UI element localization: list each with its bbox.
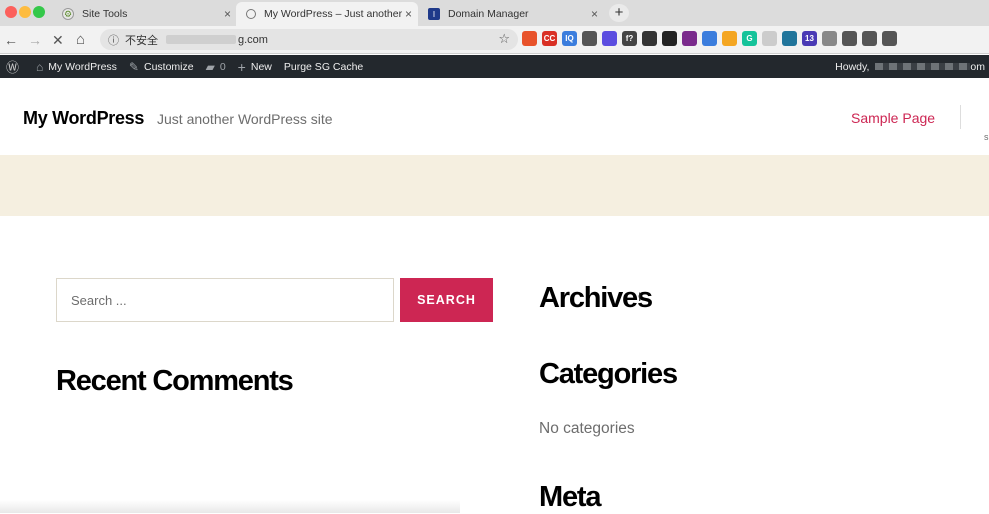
customize-label: Customize	[143, 60, 194, 73]
comment-bubble-icon: ▰	[205, 59, 215, 74]
archives-heading: Archives	[539, 282, 653, 314]
text-cursor-icon: I	[638, 290, 642, 304]
wp-logo-button[interactable]: Ⓦ	[0, 55, 30, 78]
forward-arrow-icon[interactable]: →	[28, 31, 42, 49]
browser-tab-bar: ⚙ Site Tools × My WordPress – Just anoth…	[0, 0, 989, 26]
url-text: g.com	[238, 33, 268, 46]
extension-icon[interactable]	[722, 31, 737, 46]
window-maximize-button[interactable]	[33, 6, 45, 18]
wp-admin-bar: Ⓦ ⌂ My WordPress ✎ Customize ▰ 0 + New P…	[0, 55, 989, 78]
wordpress-logo-icon: Ⓦ	[6, 60, 20, 75]
bottom-shadow	[0, 500, 460, 513]
home-icon[interactable]: ⌂	[76, 31, 85, 49]
extension-icon[interactable]: IQ	[562, 31, 577, 46]
new-label: New	[250, 60, 272, 73]
site-header: My WordPress Just another WordPress site…	[0, 78, 989, 155]
extension-icon[interactable]: 13	[802, 31, 817, 46]
back-arrow-icon[interactable]: ←	[4, 31, 18, 49]
purge-label: Purge SG Cache	[283, 60, 364, 73]
tab-title: Site Tools	[82, 8, 128, 20]
site-title-link[interactable]: My WordPress	[23, 108, 144, 129]
admin-bar-site-name[interactable]: ⌂ My WordPress	[30, 55, 123, 78]
extension-icon[interactable]: G	[742, 31, 757, 46]
insecure-label: 不安全	[125, 34, 158, 47]
paintbrush-icon: ✎	[128, 59, 139, 74]
admin-bar-purge-cache[interactable]: Purge SG Cache	[278, 55, 369, 78]
admin-bar-comments[interactable]: ▰ 0	[200, 55, 232, 78]
tab-title: Domain Manager	[448, 8, 529, 20]
extension-icon[interactable]	[782, 31, 797, 46]
site-name-label: My WordPress	[48, 60, 117, 73]
header-divider	[960, 105, 961, 129]
nav-sample-page[interactable]: Sample Page	[851, 110, 935, 126]
page-title-band	[0, 155, 989, 216]
window-minimize-button[interactable]	[19, 6, 31, 18]
extension-icon[interactable]	[662, 31, 677, 46]
stop-loading-icon[interactable]: ✕	[52, 31, 64, 49]
extension-icon[interactable]	[762, 31, 777, 46]
extension-icon[interactable]	[682, 31, 697, 46]
extension-icon[interactable]	[642, 31, 657, 46]
extension-icon[interactable]	[582, 31, 597, 46]
plus-icon: +	[237, 58, 246, 75]
window-close-button[interactable]	[5, 6, 17, 18]
domain-manager-favicon-icon: I	[428, 8, 440, 20]
tab-close-icon[interactable]: ×	[591, 7, 598, 21]
admin-bar-account[interactable]: Howdy, om	[835, 55, 989, 78]
extension-icon[interactable]	[522, 31, 537, 46]
no-categories-text: No categories	[539, 420, 635, 437]
search-input[interactable]: Search ...	[56, 278, 394, 322]
extension-icon[interactable]: f?	[622, 31, 637, 46]
tab-close-icon[interactable]: ×	[405, 7, 412, 21]
extension-icon[interactable]	[702, 31, 717, 46]
site-description: Just another WordPress site	[157, 111, 333, 127]
extension-icon[interactable]: CC	[542, 31, 557, 46]
bookmark-star-icon[interactable]: ☆	[498, 31, 510, 47]
site-tools-favicon-icon: ⚙	[62, 8, 74, 20]
extension-icon[interactable]	[882, 31, 897, 46]
tab-domain-manager[interactable]: I Domain Manager ×	[418, 2, 604, 26]
info-icon[interactable]: ⓘ	[108, 32, 119, 48]
redacted-username	[875, 63, 971, 70]
dashboard-icon: ⌂	[36, 59, 44, 74]
meta-heading: Meta	[539, 481, 601, 513]
howdy-suffix: om	[970, 60, 985, 73]
tab-close-icon[interactable]: ×	[224, 7, 231, 21]
extension-toolbar: CC IQ f? G 13	[522, 31, 897, 49]
tab-title: My WordPress – Just another W	[264, 8, 404, 20]
extension-icon[interactable]	[822, 31, 837, 46]
new-tab-button[interactable]: +	[609, 4, 629, 22]
tab-site-tools[interactable]: ⚙ Site Tools ×	[52, 2, 237, 26]
categories-heading: Categories	[539, 358, 678, 390]
address-bar[interactable]: ⓘ 不安全 g.com ☆	[100, 29, 518, 50]
extension-icon[interactable]	[862, 31, 877, 46]
recent-comments-heading: Recent Comments	[56, 365, 294, 397]
loading-favicon-icon	[246, 9, 256, 19]
search-button[interactable]: SEARCH	[400, 278, 493, 322]
redacted-url-host	[166, 35, 236, 44]
admin-bar-customize[interactable]: ✎ Customize	[123, 55, 200, 78]
header-toggle-label[interactable]: s	[984, 132, 989, 142]
tab-my-wordpress[interactable]: My WordPress – Just another W ×	[236, 2, 418, 26]
browser-toolbar: ← → ✕ ⌂ ⓘ 不安全 g.com ☆ CC IQ f? G 13	[0, 26, 989, 54]
howdy-label: Howdy,	[835, 60, 870, 73]
extension-icon[interactable]	[602, 31, 617, 46]
comments-count: 0	[219, 60, 226, 73]
extension-icon[interactable]	[842, 31, 857, 46]
admin-bar-new[interactable]: + New	[232, 55, 278, 78]
